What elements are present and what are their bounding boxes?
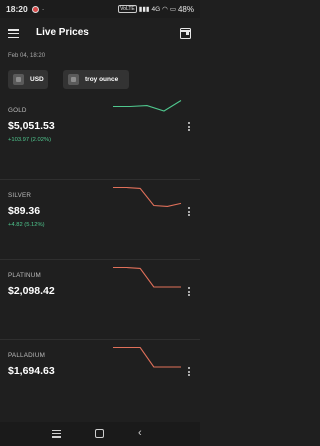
metal-name: SILVER bbox=[8, 192, 32, 199]
back-icon[interactable]: ‹ bbox=[138, 428, 142, 439]
last-updated-date: Feb 04, 18:20 bbox=[8, 53, 46, 59]
metal-card-silver[interactable]: SILVER $89.36 +4.82 (5.12%) bbox=[0, 180, 200, 265]
metal-price: $2,098.42 bbox=[8, 285, 55, 297]
unit-selector[interactable]: troy ounce bbox=[63, 70, 129, 89]
card-divider bbox=[0, 179, 200, 180]
weight-icon bbox=[68, 74, 79, 85]
price-sparkline bbox=[113, 186, 182, 207]
recent-apps-icon[interactable] bbox=[52, 430, 61, 438]
sparkline-path bbox=[113, 266, 181, 288]
dot-icon: · bbox=[41, 4, 45, 14]
metal-name: GOLD bbox=[8, 107, 27, 114]
battery-icon: ▭ bbox=[169, 6, 176, 13]
sparkline-path bbox=[113, 100, 182, 112]
sparkline-path bbox=[113, 186, 182, 207]
price-sparkline bbox=[113, 266, 181, 288]
metal-price: $5,051.53 bbox=[8, 120, 55, 132]
sparkline-path bbox=[113, 346, 181, 368]
status-bar: 18:20 · VoLTE ▮▮▮ 4G ◠ ▭ 48% bbox=[0, 0, 200, 18]
currency-label: USD bbox=[30, 76, 44, 83]
more-options-icon[interactable] bbox=[186, 367, 192, 381]
price-sparkline bbox=[113, 100, 182, 112]
price-sparkline bbox=[113, 346, 181, 368]
signal-icon: ▮▮▮ bbox=[138, 6, 150, 13]
unit-label: troy ounce bbox=[85, 76, 119, 83]
status-time: 18:20 bbox=[6, 4, 28, 14]
metal-name: PLATINUM bbox=[8, 272, 41, 279]
metal-change: +103.97 (2.02%) bbox=[8, 137, 52, 143]
more-options-icon[interactable] bbox=[186, 207, 192, 221]
battery-percent: 48% bbox=[177, 4, 194, 14]
wifi-icon: ◠ bbox=[162, 6, 168, 13]
card-divider bbox=[0, 259, 200, 260]
status-indicators: VoLTE ▮▮▮ 4G ◠ ▭ 48% bbox=[118, 5, 194, 14]
hamburger-menu-icon[interactable] bbox=[8, 29, 19, 39]
more-options-icon[interactable] bbox=[186, 122, 192, 136]
system-nav-bar: ‹ bbox=[0, 422, 200, 446]
more-options-icon[interactable] bbox=[186, 287, 192, 301]
volte-badge: VoLTE bbox=[118, 5, 137, 13]
metal-card-palladium[interactable]: PALLADIUM $1,694.63 bbox=[0, 340, 200, 425]
network-type: 4G bbox=[151, 5, 161, 13]
metal-name: PALLADIUM bbox=[8, 352, 46, 359]
metal-change: +4.82 (5.12%) bbox=[8, 222, 45, 228]
calendar-icon[interactable] bbox=[180, 28, 191, 39]
metal-price: $89.36 bbox=[8, 205, 41, 217]
currency-icon bbox=[13, 74, 24, 85]
page-title: Live Prices bbox=[36, 27, 89, 38]
home-icon[interactable] bbox=[95, 429, 104, 438]
metal-card-platinum[interactable]: PLATINUM $2,098.42 bbox=[0, 260, 200, 345]
metal-card-gold[interactable]: GOLD $5,051.53 +103.97 (2.02%) bbox=[0, 95, 200, 180]
metal-price: $1,694.63 bbox=[8, 365, 55, 377]
currency-selector[interactable]: USD bbox=[8, 70, 48, 89]
card-divider bbox=[0, 339, 200, 340]
app-bar: Live Prices bbox=[0, 18, 200, 50]
notification-icon bbox=[31, 5, 39, 13]
